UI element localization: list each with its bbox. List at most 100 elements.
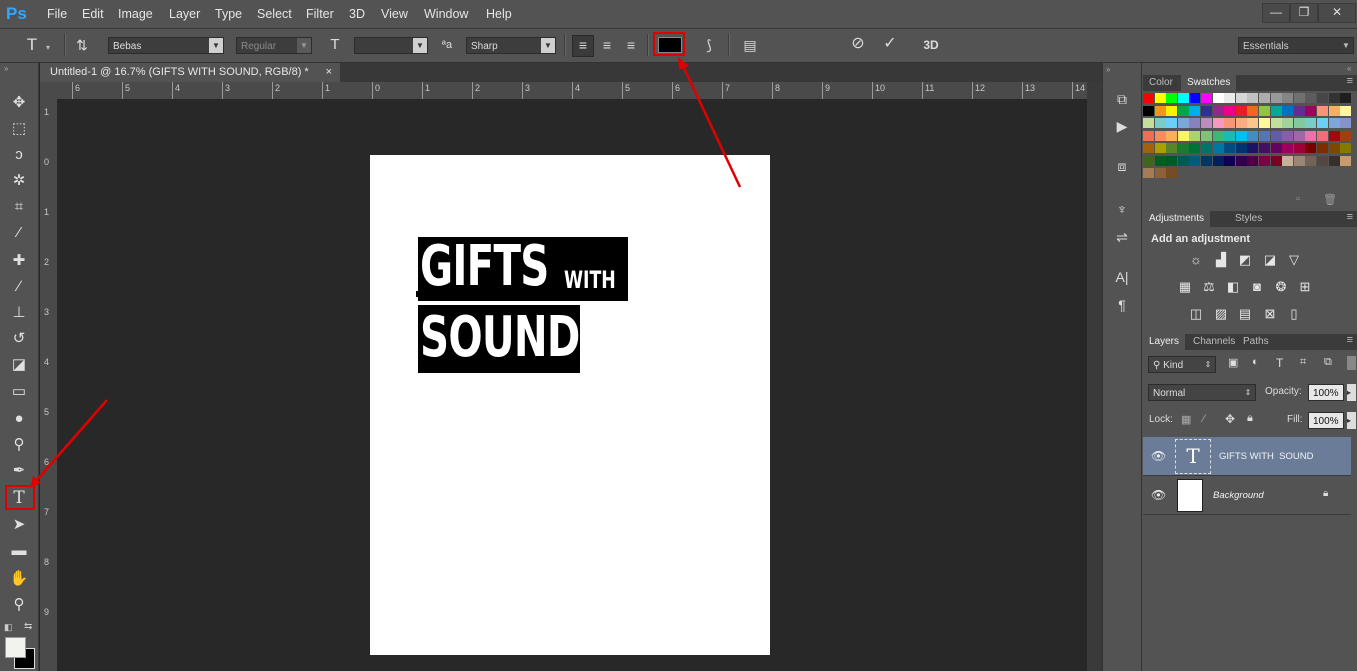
swatch[interactable] — [1166, 155, 1178, 166]
swatch[interactable] — [1154, 168, 1166, 178]
swatch[interactable] — [1282, 118, 1294, 128]
ruler-origin[interactable] — [40, 82, 57, 99]
swatch[interactable] — [1177, 155, 1189, 166]
swatch[interactable] — [1224, 155, 1236, 166]
actions-play-icon[interactable]: ▶ — [1110, 115, 1134, 137]
restore-button[interactable]: ❐ — [1290, 3, 1318, 23]
swatch[interactable] — [1154, 93, 1166, 103]
swatch[interactable] — [1270, 155, 1282, 166]
swatch[interactable] — [1259, 155, 1270, 166]
text-color-swatch[interactable] — [658, 37, 682, 53]
swatch[interactable] — [1270, 130, 1282, 141]
hue-saturation-icon[interactable]: ▦ — [1176, 279, 1194, 295]
history-brush-icon[interactable]: ↺ — [7, 328, 31, 350]
preset-chevron-icon[interactable]: ▾ — [46, 43, 50, 52]
collapse-icon[interactable]: « — [1347, 64, 1351, 73]
levels-icon[interactable]: ▟ — [1212, 252, 1230, 268]
swatch[interactable] — [1247, 118, 1259, 128]
menu-file[interactable]: File — [47, 0, 67, 28]
lasso-tool-icon[interactable]: ↄ — [7, 144, 31, 166]
font-style-select[interactable]: Regular ▼ — [236, 37, 312, 54]
trash-icon[interactable]: 🗑 — [1323, 193, 1337, 206]
swatch[interactable] — [1189, 143, 1201, 153]
swatch[interactable] — [1235, 93, 1247, 103]
swatch[interactable] — [1270, 105, 1282, 116]
swatch[interactable] — [1259, 105, 1270, 116]
swatch[interactable] — [1340, 143, 1352, 153]
swatch[interactable] — [1247, 130, 1259, 141]
history-panel-icon[interactable]: ⧉ — [1110, 88, 1134, 110]
filter-kind-select[interactable]: ⚲ Kind ⇕ — [1148, 356, 1216, 373]
swatch[interactable] — [1293, 118, 1305, 128]
swatch[interactable] — [1143, 130, 1154, 141]
photo-filter-icon[interactable]: ◙ — [1248, 279, 1266, 295]
swatch[interactable] — [1166, 143, 1178, 153]
type-tool-preset-icon[interactable]: T — [22, 36, 42, 54]
swatch[interactable] — [1212, 155, 1224, 166]
character-panel-icon[interactable]: ▤ — [740, 36, 760, 54]
threshold-icon[interactable]: ▤ — [1236, 306, 1254, 322]
swatch[interactable] — [1259, 143, 1270, 153]
cancel-icon[interactable]: ⊘ — [848, 35, 868, 53]
swatch[interactable] — [1143, 168, 1154, 178]
selective-color-icon[interactable]: ⊠ — [1261, 306, 1279, 322]
swatch[interactable] — [1247, 93, 1259, 103]
filter-smartobject-icon[interactable]: ⧉ — [1324, 356, 1332, 369]
swatch[interactable] — [1189, 155, 1201, 166]
swatch[interactable] — [1247, 155, 1259, 166]
tab-adjustments[interactable]: Adjustments — [1143, 211, 1211, 227]
swatch[interactable] — [1143, 93, 1154, 103]
swatch[interactable] — [1328, 118, 1340, 128]
swatch[interactable] — [1224, 105, 1236, 116]
magic-wand-icon[interactable]: ✲ — [7, 170, 31, 192]
color-balance-icon[interactable]: ⚖ — [1200, 279, 1218, 295]
3d-panel-icon[interactable]: ⧈ — [1110, 155, 1134, 177]
gradient-tool-icon[interactable]: ▭ — [7, 381, 31, 403]
zoom-tool-icon[interactable]: ⚲ — [7, 594, 31, 616]
swatch[interactable] — [1305, 143, 1317, 153]
panel-menu-icon[interactable]: ≡ — [1347, 75, 1353, 87]
black-white-icon[interactable]: ◧ — [1224, 279, 1242, 295]
swatch[interactable] — [1247, 105, 1259, 116]
swatch[interactable] — [1282, 130, 1294, 141]
menu-3d[interactable]: 3D — [349, 0, 365, 28]
foreground-color-swatch[interactable] — [5, 637, 26, 658]
swatch[interactable] — [1143, 155, 1154, 166]
text-selection-line1[interactable]: GIFTS WITH — [418, 235, 628, 301]
menu-filter[interactable]: Filter — [306, 0, 334, 28]
filter-shape-icon[interactable]: ⌗ — [1300, 356, 1306, 369]
brush-presets-icon[interactable]: ⇌ — [1110, 226, 1134, 248]
swatch[interactable] — [1166, 105, 1178, 116]
antialias-select[interactable]: Sharp ▼ — [466, 37, 556, 54]
swatch[interactable] — [1293, 143, 1305, 153]
swatch[interactable] — [1201, 105, 1212, 116]
collapse-icon[interactable]: » — [1106, 65, 1110, 74]
pen-tool-icon[interactable]: ✒ — [7, 460, 31, 482]
swatch[interactable] — [1189, 105, 1201, 116]
opacity-input[interactable]: 100% — [1308, 384, 1344, 401]
swatch[interactable] — [1305, 155, 1317, 166]
swatch[interactable] — [1212, 93, 1224, 103]
tab-styles[interactable]: Styles — [1229, 211, 1268, 227]
swatch[interactable] — [1177, 105, 1189, 116]
swatch[interactable] — [1235, 118, 1247, 128]
menu-window[interactable]: Window — [424, 0, 468, 28]
eyedropper-icon[interactable]: ⁄ — [7, 222, 31, 244]
crop-tool-icon[interactable]: ⌗ — [7, 196, 31, 218]
clone-stamp-icon[interactable]: ⊥ — [7, 302, 31, 324]
channel-mixer-icon[interactable]: ❂ — [1272, 279, 1290, 295]
swatch[interactable] — [1177, 118, 1189, 128]
swatch[interactable] — [1201, 143, 1212, 153]
swatch[interactable] — [1317, 105, 1328, 116]
swatch[interactable] — [1154, 118, 1166, 128]
swatch[interactable] — [1282, 93, 1294, 103]
swatch[interactable] — [1328, 105, 1340, 116]
panel-menu-icon[interactable]: ≡ — [1347, 334, 1353, 346]
menu-help[interactable]: Help — [486, 0, 512, 28]
swatch[interactable] — [1328, 155, 1340, 166]
swatch[interactable] — [1235, 130, 1247, 141]
marquee-tool-icon[interactable]: ⬚ — [7, 118, 31, 140]
tab-color[interactable]: Color — [1143, 75, 1179, 91]
character-panel-icon[interactable]: A| — [1110, 266, 1134, 288]
menu-view[interactable]: View — [381, 0, 408, 28]
